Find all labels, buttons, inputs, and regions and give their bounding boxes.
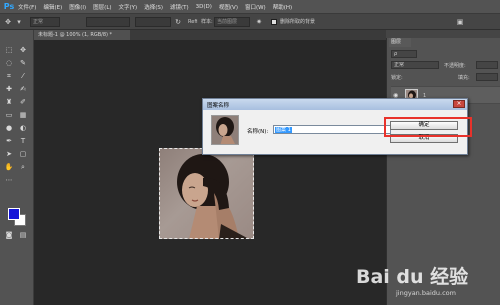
mode-select[interactable]: 正常 (30, 17, 60, 27)
dodge-tool-icon[interactable]: ◐ (18, 123, 28, 133)
menu-layer[interactable]: 图层(L) (93, 3, 111, 11)
tab-layers[interactable]: 图层 (389, 38, 411, 47)
move-tool-icon[interactable]: ✥ (3, 17, 13, 27)
workspace-icon[interactable]: ▣ (455, 17, 465, 27)
hand-tool-icon[interactable]: ✋ (4, 162, 14, 172)
gear-icon[interactable]: ✷ (254, 17, 264, 27)
quick-select-tool-icon[interactable]: ✎ (18, 58, 28, 68)
quick-mask-icon[interactable]: ◙ (4, 230, 14, 240)
app-logo: Ps (3, 2, 15, 11)
menu-select[interactable]: 选择(S) (144, 3, 163, 11)
menu-image[interactable]: 图像(I) (69, 3, 86, 11)
path-select-tool-icon[interactable]: ➤ (4, 149, 14, 159)
menu-filter[interactable]: 滤镜(T) (170, 3, 189, 11)
watermark-main: Bai du 经验 (356, 266, 469, 288)
sample-label: 样本: (201, 19, 213, 25)
blend-mode-select[interactable]: 正常 (391, 61, 439, 69)
foreground-color-swatch[interactable] (8, 208, 20, 220)
brush-tool-icon[interactable]: ✍ (18, 84, 28, 94)
document-tab-bar: 未标题-1 @ 100% (1, RGB/8) * (34, 30, 386, 40)
more-tools-icon[interactable]: ⋯ (4, 175, 14, 185)
rotate-icon[interactable]: ↻ (173, 17, 183, 27)
eraser-tool-icon[interactable]: ▭ (4, 110, 14, 120)
menu-edit[interactable]: 编辑(E) (43, 3, 62, 11)
sample-all-checkbox[interactable] (271, 19, 277, 25)
refine-label: Refi (188, 19, 198, 25)
gradient-tool-icon[interactable]: ▦ (18, 110, 28, 120)
menu-view[interactable]: 视图(V) (219, 3, 238, 11)
eyedropper-tool-icon[interactable]: ⁄ (18, 71, 28, 81)
pattern-name-value: 图案 1 (275, 127, 292, 133)
opacity-input[interactable] (476, 61, 498, 69)
baidu-watermark: Bai du 经验 jingyan.baidu.com (356, 262, 496, 302)
lock-label: 锁定: (391, 75, 403, 81)
crop-tool-icon[interactable]: ⌗ (4, 71, 14, 81)
layer-filter-select[interactable]: ρ (391, 50, 417, 58)
menu-window[interactable]: 窗口(W) (245, 3, 266, 11)
type-tool-icon[interactable]: T (18, 136, 28, 146)
history-brush-tool-icon[interactable]: ✐ (18, 97, 28, 107)
healing-brush-tool-icon[interactable]: ✚ (4, 84, 14, 94)
screen-mode-icon[interactable]: ▤ (18, 230, 28, 240)
dialog-title: 图案名称 (207, 103, 230, 109)
blur-tool-icon[interactable]: ● (4, 123, 14, 133)
canvas-area[interactable] (34, 40, 386, 305)
clone-stamp-tool-icon[interactable]: ♜ (4, 97, 14, 107)
sample-select[interactable]: 当前图层 (214, 17, 250, 27)
watermark-sub: jingyan.baidu.com (396, 289, 456, 297)
close-icon[interactable]: × (453, 100, 465, 108)
name-label: 名称(N): (247, 129, 269, 135)
dialog-title-bar[interactable]: 图案名称 × (203, 99, 467, 110)
pattern-name-input[interactable]: 图案 1 (273, 125, 391, 134)
selection-marquee (159, 148, 254, 239)
pattern-preview (211, 115, 239, 145)
lasso-tool-icon[interactable]: ◌ (4, 58, 14, 68)
move-tool-icon[interactable]: ✥ (18, 45, 28, 55)
menu-3d[interactable]: 3D(D) (196, 4, 212, 10)
tools-panel: ⬚ ✥ ◌ ✎ ⌗ ⁄ ✚ ✍ ♜ ✐ ▭ ▦ ● ◐ ✒ T ➤ ▢ ✋ ⌕ … (0, 30, 34, 305)
shape-tool-icon[interactable]: ▢ (18, 149, 28, 159)
options-bar: ✥ ▾ 正常 ↻ Refi 样本: 当前图层 ✷ 删除所取的背景 ▣ (0, 13, 500, 30)
menu-type[interactable]: 文字(Y) (119, 3, 138, 11)
pen-tool-icon[interactable]: ✒ (4, 136, 14, 146)
chevron-down-icon[interactable]: ▾ (14, 17, 24, 27)
sample-all-label: 删除所取的背景 (280, 19, 316, 25)
feather-input[interactable] (86, 17, 130, 27)
opacity-label: 不透明度: (444, 63, 466, 69)
panel-header-strip (386, 30, 500, 38)
menu-help[interactable]: 帮助(H) (273, 3, 292, 11)
fill-input[interactable] (476, 73, 498, 81)
style-input[interactable] (135, 17, 171, 27)
highlight-box (384, 117, 472, 137)
menu-file[interactable]: 文件(F) (18, 3, 36, 11)
document-tab[interactable]: 未标题-1 @ 100% (1, RGB/8) * (34, 30, 130, 40)
menu-bar: Ps 文件(F) 编辑(E) 图像(I) 图层(L) 文字(Y) 选择(S) 滤… (0, 0, 500, 13)
marquee-tool-icon[interactable]: ⬚ (4, 45, 14, 55)
fill-label: 填充: (458, 75, 470, 81)
zoom-tool-icon[interactable]: ⌕ (18, 162, 28, 172)
